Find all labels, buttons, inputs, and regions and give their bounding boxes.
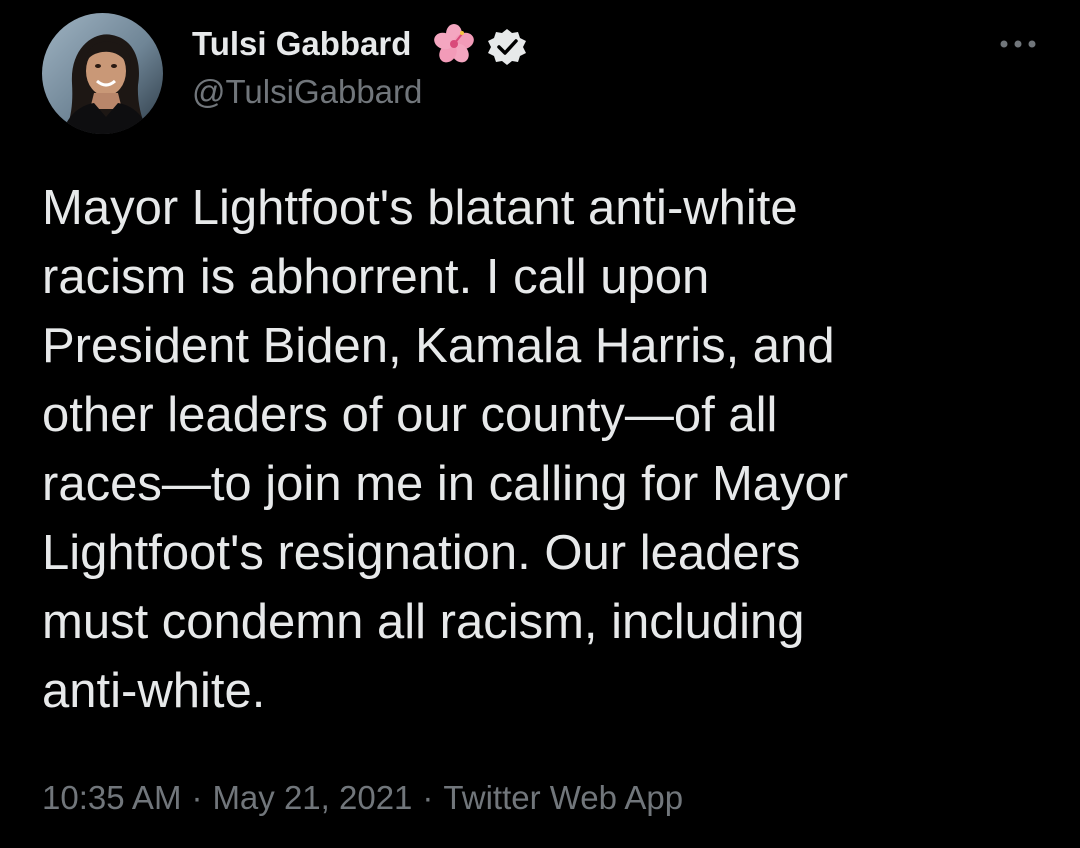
- meta-separator: ·: [191, 779, 203, 816]
- meta-separator: ·: [422, 779, 434, 816]
- tweet-text-line: racism is abhorrent. I call upon: [42, 250, 710, 304]
- tweet-text-line: anti-white.: [42, 664, 266, 718]
- more-options-icon[interactable]: [998, 34, 1038, 54]
- avatar-image: [42, 13, 163, 134]
- tweet-text-line: President Biden, Kamala Harris, and: [42, 319, 835, 373]
- tweet-date[interactable]: May 21, 2021: [212, 779, 412, 816]
- author-name[interactable]: Tulsi Gabbard: [192, 22, 411, 66]
- tweet-source[interactable]: Twitter Web App: [443, 779, 683, 816]
- hibiscus-flower-icon: [434, 24, 474, 63]
- tweet-text-line: races—to join me in calling for Mayor: [42, 457, 849, 511]
- tweet-text-line: Lightfoot's resignation. Our leaders: [42, 526, 801, 580]
- tweet-text-line: other leaders of our county—of all: [42, 388, 778, 442]
- verified-badge-icon: [488, 29, 526, 65]
- author-handle[interactable]: @TulsiGabbard: [192, 70, 422, 114]
- tweet: Tulsi Gabbard @TulsiGabbard Mayor Lightf…: [0, 0, 1080, 848]
- tweet-meta: 10:35 AM · May 21, 2021 · Twitter Web App: [42, 776, 683, 820]
- tweet-time[interactable]: 10:35 AM: [42, 779, 181, 816]
- tweet-text-line: Mayor Lightfoot's blatant anti-white: [42, 181, 798, 235]
- avatar[interactable]: [42, 13, 163, 134]
- tweet-text-line: must condemn all racism, including: [42, 595, 805, 649]
- tweet-text: Mayor Lightfoot's blatant anti-white rac…: [42, 174, 1042, 726]
